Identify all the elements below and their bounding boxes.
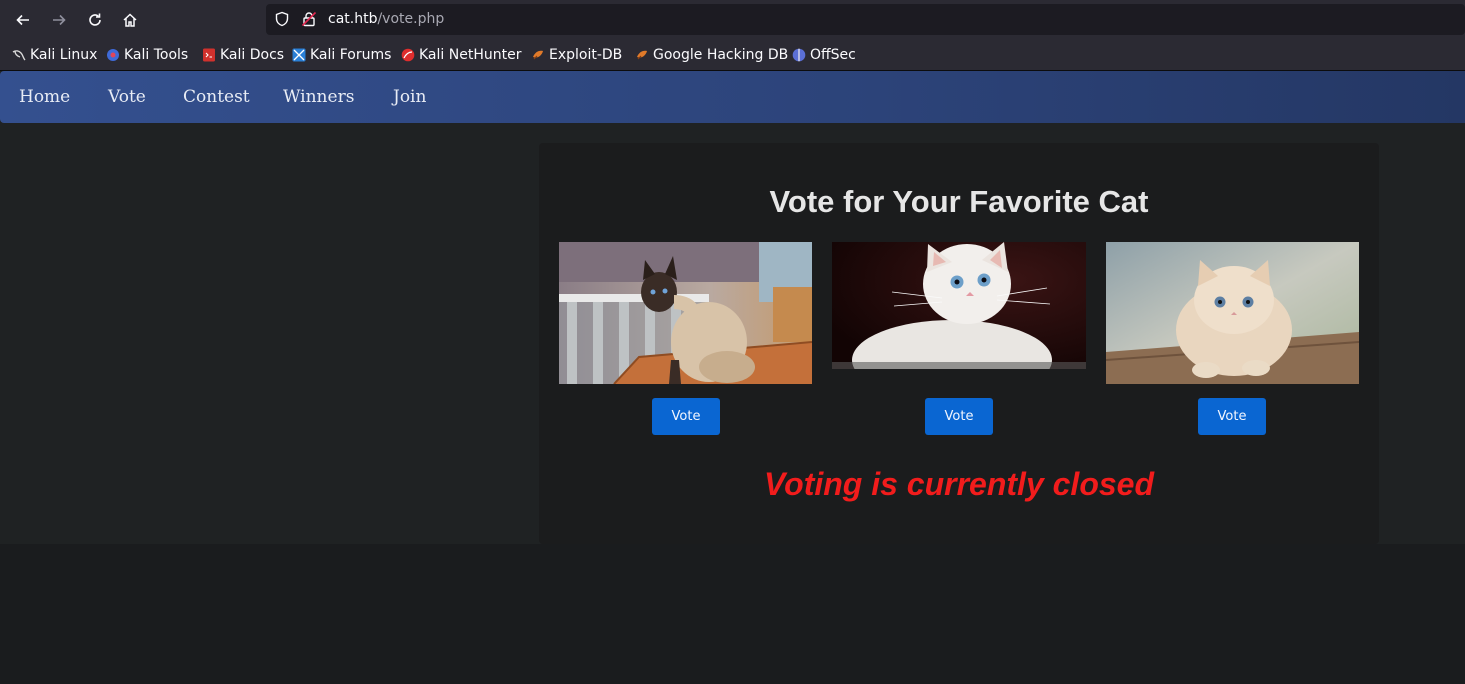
vote-button-cat-1[interactable]: Vote (652, 398, 720, 435)
back-arrow-icon[interactable] (9, 6, 37, 34)
nav-home-link[interactable]: Home (19, 87, 70, 107)
cat-photo-fluffy-kitten (1106, 242, 1359, 384)
bookmark-label: Kali Docs (220, 47, 285, 63)
kali-forums-icon (292, 48, 306, 62)
address-bar[interactable]: cat.htb/vote.php (266, 4, 1465, 35)
bookmark-google-hacking-db[interactable]: Google Hacking DB (635, 46, 788, 64)
bookmark-label: Kali Tools (124, 47, 189, 63)
nav-winners-link[interactable]: Winners (283, 87, 354, 107)
vote-button-cat-3[interactable]: Vote (1198, 398, 1266, 435)
bookmark-kali-tools[interactable]: Kali Tools (106, 46, 188, 64)
vote-card: Vote for Your Favorite Cat Vote Vote Vot… (539, 143, 1379, 544)
insecure-lock-icon[interactable] (301, 11, 317, 27)
url-text[interactable]: cat.htb/vote.php (328, 11, 444, 27)
bookmark-kali-docs[interactable]: Kali Docs (202, 46, 284, 64)
url-host: cat.htb (328, 11, 378, 27)
bookmark-kali-nethunter[interactable]: Kali NetHunter (401, 46, 521, 64)
kali-docs-icon (203, 48, 215, 62)
home-icon[interactable] (116, 6, 144, 34)
cat-photo-siamese (559, 242, 812, 384)
bookmark-offsec[interactable]: OffSec (792, 46, 856, 64)
bookmark-label: Kali Forums (310, 47, 392, 63)
voting-closed-message: Voting is currently closed (763, 466, 1154, 502)
nav-contest-link[interactable]: Contest (183, 87, 250, 107)
forward-arrow-icon[interactable] (45, 6, 73, 34)
bookmark-label: Google Hacking DB (653, 47, 789, 63)
kali-nethunter-icon (401, 48, 415, 62)
cat-photo-white-kitten (832, 242, 1086, 369)
kali-dragon-icon (12, 50, 26, 61)
offsec-icon (792, 48, 806, 62)
bookmarks-bar: Kali Linux Kali Tools Kali Docs Kali For… (0, 39, 1465, 71)
nav-vote-link[interactable]: Vote (108, 87, 146, 107)
kali-tools-icon (107, 49, 119, 61)
bookmark-label: Kali Linux (30, 47, 98, 63)
bookmark-kali-forums[interactable]: Kali Forums (292, 46, 391, 64)
bookmark-exploit-db[interactable]: Exploit-DB (531, 46, 622, 64)
page-content: Home Vote Contest Winners Join Vote for … (0, 71, 1465, 544)
page-title: Vote for Your Favorite Cat (769, 184, 1149, 219)
google-hacking-db-icon (637, 50, 647, 60)
url-path: /vote.php (377, 11, 445, 27)
bookmark-label: Exploit-DB (549, 47, 623, 63)
bookmark-label: OffSec (810, 47, 856, 63)
bookmark-kali-linux[interactable]: Kali Linux (12, 46, 97, 64)
bookmark-label: Kali NetHunter (419, 47, 522, 63)
page-background (0, 544, 1465, 684)
site-navbar: Home Vote Contest Winners Join (0, 71, 1465, 123)
browser-toolbar: cat.htb/vote.php (0, 0, 1465, 39)
vote-button-cat-2[interactable]: Vote (925, 398, 993, 435)
tracking-protection-shield-icon[interactable] (274, 11, 290, 27)
exploit-db-icon (533, 50, 543, 60)
reload-icon[interactable] (81, 6, 109, 34)
nav-join-link[interactable]: Join (393, 87, 426, 107)
